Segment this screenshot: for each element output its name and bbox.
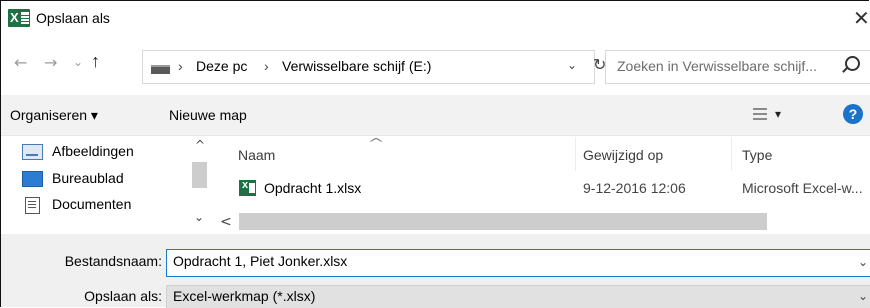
filename-dropdown-icon[interactable]: ⌄ [858,255,868,269]
new-folder-button[interactable]: Nieuwe map [169,107,247,123]
scroll-down-icon[interactable]: ⌄ [194,210,204,224]
view-options-icon[interactable] [753,107,767,121]
pictures-icon [22,144,43,160]
file-modified: 9-12-2016 12:06 [583,180,686,196]
desktop-icon [22,171,43,187]
window-title: Opslaan als [36,10,110,26]
command-toolbar [1,95,870,136]
breadcrumb-removable-drive[interactable]: Verwisselbare schijf (E:) [282,58,431,74]
up-arrow-icon[interactable]: ↑ [91,51,100,72]
column-header-modified[interactable]: Gewijzigd op [583,147,663,163]
back-arrow-icon[interactable]: ← [14,53,27,72]
excel-file-icon [239,179,256,196]
title-bar [1,1,870,37]
column-header-type[interactable]: Type [742,147,772,163]
sort-ascending-icon: ^ [366,136,386,150]
savetype-value: Excel-werkmap (*.xlsx) [173,288,316,304]
column-divider[interactable] [575,137,576,171]
help-icon[interactable]: ? [843,104,863,124]
file-type: Microsoft Excel-w... [742,180,863,196]
sidebar-item-documents[interactable]: Documenten [22,193,207,217]
sidebar-item-desktop[interactable]: Bureaublad [22,167,207,191]
breadcrumb-separator-icon: › [178,58,183,74]
scroll-up-icon[interactable]: ^ [195,138,205,152]
forward-arrow-icon[interactable]: → [44,53,57,72]
file-name[interactable]: Opdracht 1.xlsx [264,180,361,196]
documents-icon [25,197,40,214]
close-icon[interactable]: ✕ [853,6,870,30]
view-dropdown-icon[interactable]: ▾ [775,107,781,121]
organize-button[interactable]: Organiseren ▾ [10,107,98,124]
recent-locations-icon[interactable]: ⌄ [73,55,83,69]
scrollbar-thumb[interactable] [239,213,767,230]
breadcrumb-separator-icon: › [264,58,269,74]
filename-label: Bestandsnaam: [64,253,162,269]
search-placeholder: Zoeken in Verwisselbare schijf... [617,58,817,74]
scroll-left-icon[interactable]: < [220,214,232,230]
address-dropdown-icon[interactable]: ⌄ [567,58,577,72]
drive-icon [151,65,170,74]
sidebar-item-label: Documenten [52,196,132,212]
sidebar-item-label: Afbeeldingen [52,143,134,159]
savetype-dropdown-icon[interactable]: ⌄ [858,289,868,303]
breadcrumb-this-pc[interactable]: Deze pc [196,58,247,74]
filename-value: Opdracht 1, Piet Jonker.xlsx [173,253,348,269]
sidebar-item-label: Bureaublad [52,170,124,186]
savetype-label: Opslaan als: [84,288,162,304]
search-icon[interactable] [845,56,860,71]
excel-app-icon: X [8,9,30,27]
column-header-name[interactable]: Naam [238,147,275,163]
scrollbar-thumb[interactable] [192,162,207,188]
column-divider[interactable] [731,137,732,171]
sidebar-item-pictures[interactable]: Afbeeldingen [22,140,207,164]
